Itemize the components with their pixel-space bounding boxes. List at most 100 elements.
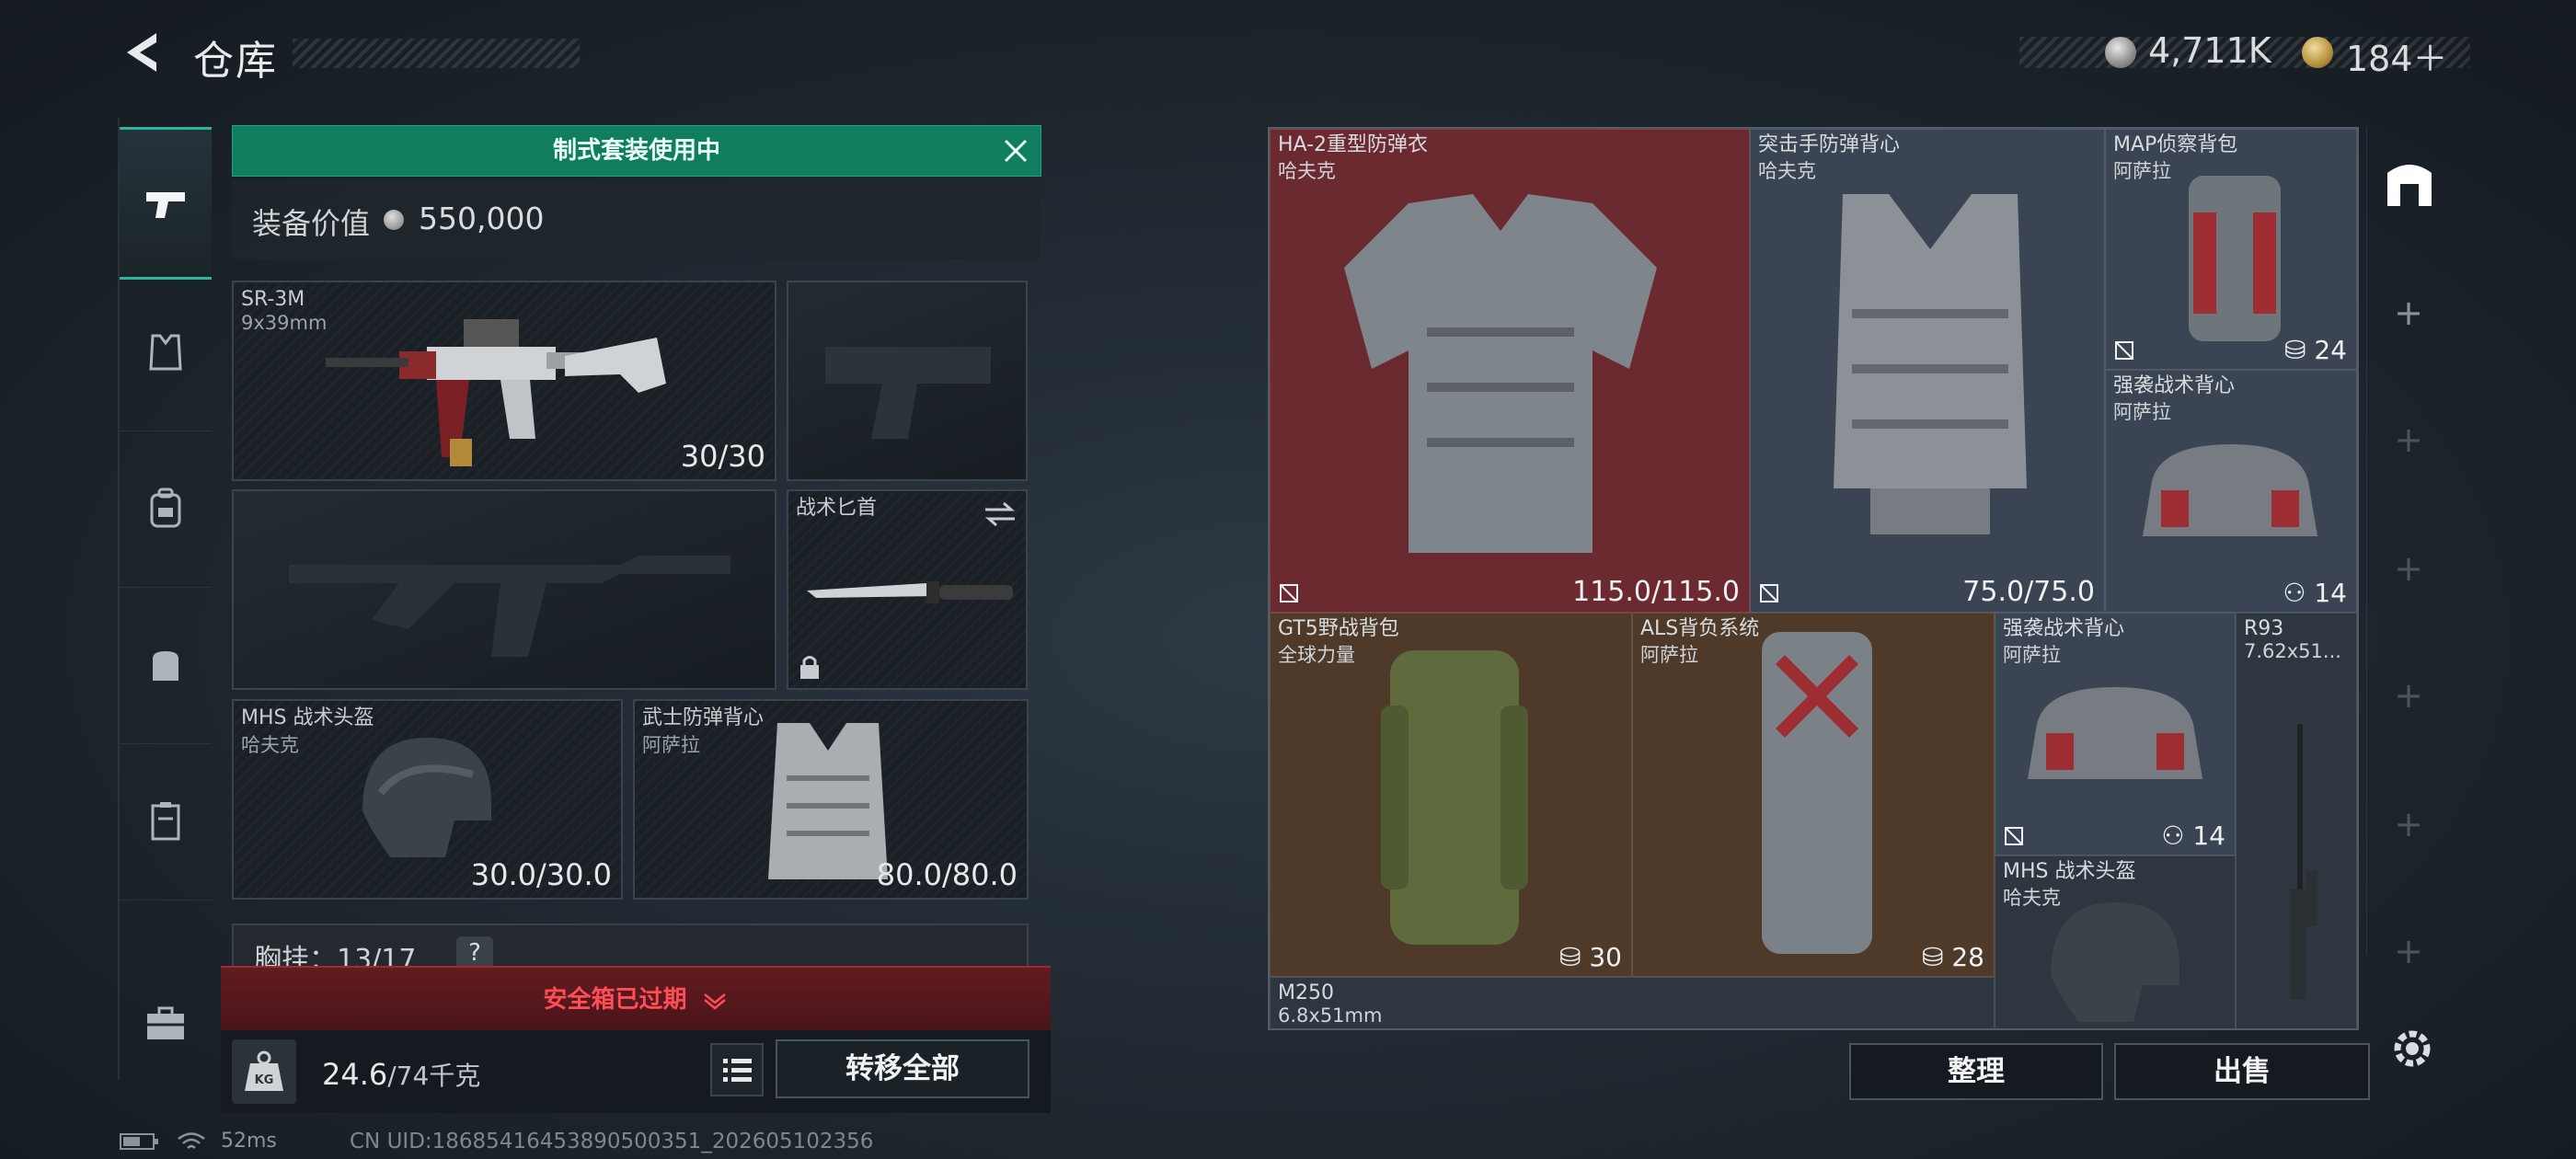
warehouse-icon: [2387, 165, 2432, 206]
capacity-value: 30: [1589, 942, 1622, 972]
sidebar-item-backpack[interactable]: [120, 430, 212, 588]
capacity-value: 14: [2192, 820, 2225, 851]
sell-button[interactable]: 出售: [2114, 1043, 2370, 1100]
storage-item-m250[interactable]: M250 6.8x51mm: [1270, 977, 1995, 1028]
melee-name: 战术匕首: [796, 497, 878, 520]
add-storage-tab-button[interactable]: +: [2367, 293, 2450, 333]
silver-coin-icon: [384, 210, 404, 230]
storage-tab-main[interactable]: [2384, 155, 2435, 210]
silver-coin-icon: [2105, 37, 2136, 68]
item-name: MAP侦察背包: [2113, 133, 2238, 156]
pistol-slot[interactable]: [787, 281, 1028, 481]
item-durability: 115.0/115.0: [1572, 576, 1740, 608]
swap-icon: [985, 501, 1015, 527]
storage-item-als-system[interactable]: ALS背负系统 阿萨拉 ⛁ 28: [1632, 613, 1995, 977]
preset-banner-text: 制式套装使用中: [552, 137, 720, 165]
close-icon: [1004, 139, 1028, 163]
item-brand: 哈夫克: [1278, 160, 1336, 182]
rifle-placeholder-icon: [289, 556, 730, 657]
field-backpack-icon: [1381, 650, 1528, 945]
equipment-value: 550,000: [419, 201, 545, 236]
help-icon[interactable]: ?: [456, 936, 493, 970]
sidebar-item-weapons[interactable]: [120, 127, 212, 280]
no-insure-icon: [2115, 341, 2133, 360]
item-brand: 哈夫克: [1758, 160, 1816, 182]
gear-icon: [2394, 1030, 2431, 1067]
weight-current: 24.6: [322, 1057, 388, 1092]
storage-tabs-rail: + + + + + +: [2366, 127, 2450, 971]
alert-label: 安全箱已过期: [543, 986, 687, 1014]
safe-box-expired-alert[interactable]: 安全箱已过期: [221, 966, 1051, 1032]
chevron-down-icon: [703, 993, 726, 1010]
item-name: 强袭战术背心: [2003, 617, 2125, 640]
add-storage-tab-button[interactable]: +: [2367, 931, 2450, 971]
briefcase-icon: [147, 1006, 184, 1039]
item-brand: 阿萨拉: [1640, 644, 1698, 666]
storage-item-assault-vest[interactable]: 突击手防弹背心 哈夫克 75.0/75.0: [1750, 129, 2105, 613]
sidebar-item-container[interactable]: [120, 743, 212, 901]
equipment-value-row: 装备价值 550,000: [232, 180, 1040, 259]
back-arrow-icon: [127, 33, 156, 72]
storage-item-raid-rig-2[interactable]: 强袭战术背心 阿萨拉 ⚇ 14: [1995, 613, 2236, 855]
svg-text:KG: KG: [255, 1073, 274, 1087]
storage-item-ha2-armor[interactable]: HA-2重型防弹衣 哈夫克 115.0/115.0: [1270, 129, 1750, 613]
no-insure-icon: [1760, 584, 1778, 602]
item-name: 突击手防弹背心: [1758, 133, 1901, 156]
device-status: 52ms: [120, 1130, 277, 1153]
container-icon: [151, 802, 180, 841]
sniper-rifle-icon: [2290, 724, 2317, 1000]
category-sidebar: [118, 118, 212, 1080]
item-name: 强袭战术背心: [2113, 374, 2236, 397]
pistol-icon: [146, 192, 185, 218]
bag-icon: [153, 651, 178, 681]
item-capacity: ⚇ 14: [2161, 820, 2225, 851]
transfer-all-button[interactable]: 转移全部: [776, 1039, 1029, 1098]
melee-slot[interactable]: 战术匕首: [787, 489, 1028, 690]
sort-button[interactable]: 整理: [1849, 1043, 2103, 1100]
close-banner-button[interactable]: [1000, 135, 1031, 166]
page-title: 仓库: [193, 38, 278, 85]
gold-currency-add[interactable]: 184＋: [2346, 30, 2448, 81]
item-brand: 6.8x51mm: [1278, 1004, 1383, 1027]
helmet-icon: [2051, 902, 2179, 1022]
secondary-weapon-slot[interactable]: [232, 489, 776, 690]
carry-weight: 24.6/74千克: [322, 1056, 480, 1093]
armor-slot[interactable]: 武士防弹背心 阿萨拉 80.0/80.0: [633, 699, 1029, 900]
item-capacity: ⛁ 28: [1921, 942, 1984, 972]
sidebar-item-case[interactable]: [120, 946, 212, 1102]
storage-item-r93[interactable]: R93 7.62x51...: [2236, 613, 2357, 1028]
safe-box-expired-text: 安全箱已过期: [221, 968, 1051, 1032]
back-button[interactable]: [120, 28, 166, 77]
pistol-placeholder-icon: [825, 347, 991, 439]
armor-durability: 80.0/80.0: [876, 857, 1018, 892]
item-brand: 阿萨拉: [2113, 160, 2171, 182]
add-storage-tab-button[interactable]: +: [2367, 675, 2450, 716]
capacity-value: 24: [2314, 335, 2347, 365]
chest-rig-icon: [2028, 687, 2202, 779]
add-storage-tab-button[interactable]: +: [2367, 548, 2450, 589]
list-icon: [723, 1059, 752, 1082]
capacity-value: 14: [2314, 578, 2347, 608]
loadout-footer: KG 24.6/74千克 转移全部: [221, 1030, 1051, 1113]
item-name: MHS 战术头盔: [2003, 860, 2136, 883]
storage-item-mhs-helmet[interactable]: MHS 战术头盔 哈夫克: [1995, 855, 2236, 1028]
item-capacity: ⚇ 14: [2283, 578, 2347, 608]
helmet-slot[interactable]: MHS 战术头盔 哈夫克 30.0/30.0: [232, 699, 623, 900]
storage-item-raid-rig[interactable]: 强袭战术背心 阿萨拉 ⚇ 14: [2105, 370, 2357, 613]
sidebar-item-bag[interactable]: [120, 587, 212, 744]
gold-coin-icon: [2302, 37, 2333, 68]
add-storage-tab-button[interactable]: +: [2367, 804, 2450, 844]
sidebar-item-armor[interactable]: [120, 274, 212, 431]
item-name: R93: [2244, 617, 2284, 640]
add-storage-tab-button[interactable]: +: [2367, 419, 2450, 460]
list-view-button[interactable]: [710, 1043, 764, 1096]
weight-icon: KG: [232, 1039, 296, 1104]
weapon-ammo: 30/30: [680, 439, 765, 474]
storage-item-map-backpack[interactable]: MAP侦察背包 阿萨拉 ⛁ 24: [2105, 129, 2357, 370]
equipment-value-label: 装备价值: [252, 206, 371, 241]
primary-weapon-slot[interactable]: SR-3M 9x39mm 30/30: [232, 281, 776, 481]
settings-button[interactable]: [2386, 1023, 2438, 1074]
capacity-value: 28: [1951, 942, 1984, 972]
item-brand: 全球力量: [1278, 644, 1355, 666]
storage-item-gt5-backpack[interactable]: GT5野战背包 全球力量 ⛁ 30: [1270, 613, 1632, 977]
